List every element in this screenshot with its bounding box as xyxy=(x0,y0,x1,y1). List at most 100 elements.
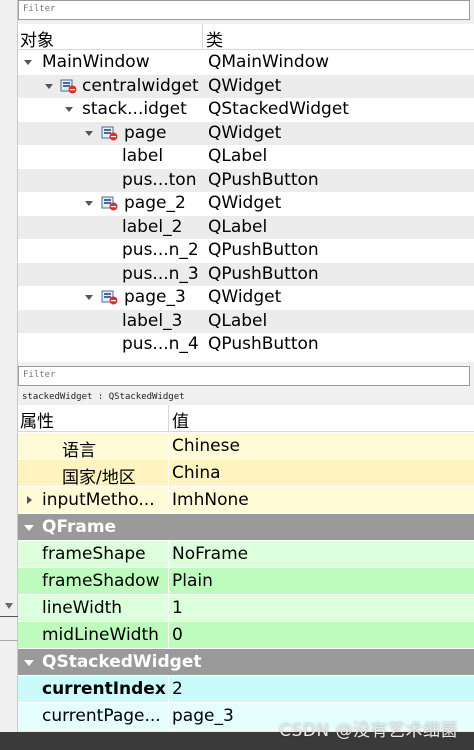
tree-row-pushbutton[interactable]: pus...ton QPushButton xyxy=(18,168,474,192)
property-value[interactable]: NoFrame xyxy=(172,544,248,564)
tree-row-centralwidget[interactable]: centralwidget QWidget xyxy=(18,74,474,98)
tree-row-label[interactable]: label QLabel xyxy=(18,145,474,169)
header-object[interactable]: 对象 xyxy=(20,26,54,51)
tree-item-class: QPushButton xyxy=(208,240,319,260)
column-divider xyxy=(168,568,169,595)
property-value[interactable]: 1 xyxy=(172,598,183,618)
expand-arrow-icon[interactable] xyxy=(65,107,73,112)
tree-row-stackedwidget[interactable]: stack...idget QStackedWidget xyxy=(18,98,474,122)
tree-item-name: label_3 xyxy=(122,310,183,331)
tree-item-name: page xyxy=(124,122,167,143)
tree-row-mainwindow[interactable]: MainWindow QMainWindow xyxy=(18,51,474,75)
property-name: currentPage... xyxy=(42,706,161,726)
column-divider xyxy=(168,460,169,487)
property-row-frameshadow[interactable]: frameShadow Plain xyxy=(18,568,474,595)
tree-row-pushbutton-2[interactable]: pus...n_2 QPushButton xyxy=(18,239,474,263)
property-name: inputMetho... xyxy=(42,490,155,510)
tree-item-class: QLabel xyxy=(208,216,268,237)
tree-item-class: QPushButton xyxy=(208,334,319,354)
widget-layout-icon xyxy=(60,79,77,93)
tree-header: 对象 类 xyxy=(18,24,474,51)
watermark: CSDN @没有艺术细菌 xyxy=(279,721,458,741)
left-dock-strip xyxy=(0,0,18,750)
property-row-midlinewidth[interactable]: midLineWidth 0 xyxy=(18,622,474,649)
column-divider xyxy=(168,622,169,649)
tree-item-name: label xyxy=(122,146,164,166)
property-name: currentIndex xyxy=(42,679,166,699)
property-row-linewidth[interactable]: lineWidth 1 xyxy=(18,595,474,622)
column-divider xyxy=(168,541,169,568)
property-value[interactable]: Chinese xyxy=(172,436,240,456)
widget-layout-icon xyxy=(101,290,118,305)
tree-item-class: QWidget xyxy=(208,122,282,143)
tree-item-class: QPushButton xyxy=(208,263,319,284)
divider xyxy=(0,616,18,617)
property-filter-input[interactable]: Filter xyxy=(18,366,470,386)
column-divider xyxy=(168,487,169,514)
tree-row-page-3[interactable]: page_3 QWidget xyxy=(18,286,474,310)
property-value[interactable]: Plain xyxy=(172,571,213,591)
tree-item-name: pus...n_4 xyxy=(122,334,199,354)
tree-row-pushbutton-4[interactable]: pus...n_4 QPushButton xyxy=(18,333,474,357)
tree-row-label-3[interactable]: label_3 QLabel xyxy=(18,309,474,333)
expand-arrow-icon[interactable] xyxy=(27,496,32,504)
tree-item-name: centralwidget xyxy=(82,75,199,96)
property-value[interactable]: page_3 xyxy=(172,706,234,726)
property-value[interactable]: 2 xyxy=(172,679,183,699)
object-filter-input[interactable]: Filter xyxy=(18,0,470,20)
divider xyxy=(0,640,18,641)
property-value[interactable]: ImhNone xyxy=(172,490,249,510)
tree-item-class: QStackedWidget xyxy=(208,99,349,119)
property-name: lineWidth xyxy=(42,598,123,618)
property-row-frameshape[interactable]: frameShape NoFrame xyxy=(18,541,474,568)
group-qstackedwidget[interactable]: QStackedWidget xyxy=(18,649,474,676)
column-divider xyxy=(168,433,169,460)
header-value[interactable]: 值 xyxy=(172,407,189,432)
tree-item-name: MainWindow xyxy=(42,52,150,72)
property-header: 属性 值 xyxy=(18,405,474,432)
property-name: 国家/地区 xyxy=(62,468,136,488)
expand-arrow-icon[interactable] xyxy=(85,130,93,136)
header-property[interactable]: 属性 xyxy=(20,407,54,432)
property-value[interactable]: China xyxy=(172,463,221,483)
header-divider xyxy=(202,24,203,50)
tree-item-class: QWidget xyxy=(208,287,282,307)
property-name: midLineWidth xyxy=(42,625,159,645)
property-row-input-method[interactable]: inputMetho... ImhNone xyxy=(18,487,474,514)
property-editor-table[interactable]: 属性 值 语言 Chinese 国家/地区 China inputMetho..… xyxy=(18,405,474,730)
expand-arrow-icon[interactable] xyxy=(85,295,93,300)
expand-arrow-icon[interactable] xyxy=(24,60,32,65)
expand-arrow-icon[interactable] xyxy=(45,83,53,89)
filter-placeholder: Filter xyxy=(23,4,56,14)
scroll-down-icon[interactable] xyxy=(5,603,13,609)
collapse-arrow-icon[interactable] xyxy=(24,660,34,666)
property-row-country[interactable]: 国家/地区 China xyxy=(18,460,474,488)
tree-row-label-2[interactable]: label_2 QLabel xyxy=(18,215,474,239)
column-divider xyxy=(168,595,169,622)
tree-item-class: QLabel xyxy=(208,310,268,331)
property-name: 语言 xyxy=(62,441,96,461)
tree-row-page-2[interactable]: page_2 QWidget xyxy=(18,192,474,216)
widget-layout-icon xyxy=(101,196,118,211)
property-row-currentindex[interactable]: currentIndex 2 xyxy=(18,676,474,703)
tree-item-name: stack...idget xyxy=(82,99,187,119)
tree-item-class: QWidget xyxy=(208,193,282,213)
property-row-language[interactable]: 语言 Chinese xyxy=(18,433,474,461)
property-name: frameShape xyxy=(42,544,146,564)
expand-arrow-icon[interactable] xyxy=(85,201,93,206)
tree-row-page[interactable]: page QWidget xyxy=(18,121,474,145)
filter-placeholder: Filter xyxy=(23,370,56,380)
tree-row-pushbutton-3[interactable]: pus...n_3 QPushButton xyxy=(18,262,474,286)
collapse-arrow-icon[interactable] xyxy=(24,525,34,531)
property-editor-title: stackedWidget : QStackedWidget xyxy=(18,389,474,405)
property-value[interactable]: 0 xyxy=(172,625,183,645)
tree-item-class: QMainWindow xyxy=(208,52,329,72)
tree-item-name: pus...ton xyxy=(122,169,197,190)
widget-layout-icon xyxy=(101,126,118,140)
object-inspector-tree[interactable]: 对象 类 MainWindow QMainWindow centralwidge… xyxy=(18,24,474,362)
group-title: QFrame xyxy=(42,517,117,537)
header-class[interactable]: 类 xyxy=(206,26,223,51)
tree-item-name: page_2 xyxy=(124,193,186,213)
tree-item-name: pus...n_2 xyxy=(122,240,199,260)
group-qframe[interactable]: QFrame xyxy=(18,514,474,541)
